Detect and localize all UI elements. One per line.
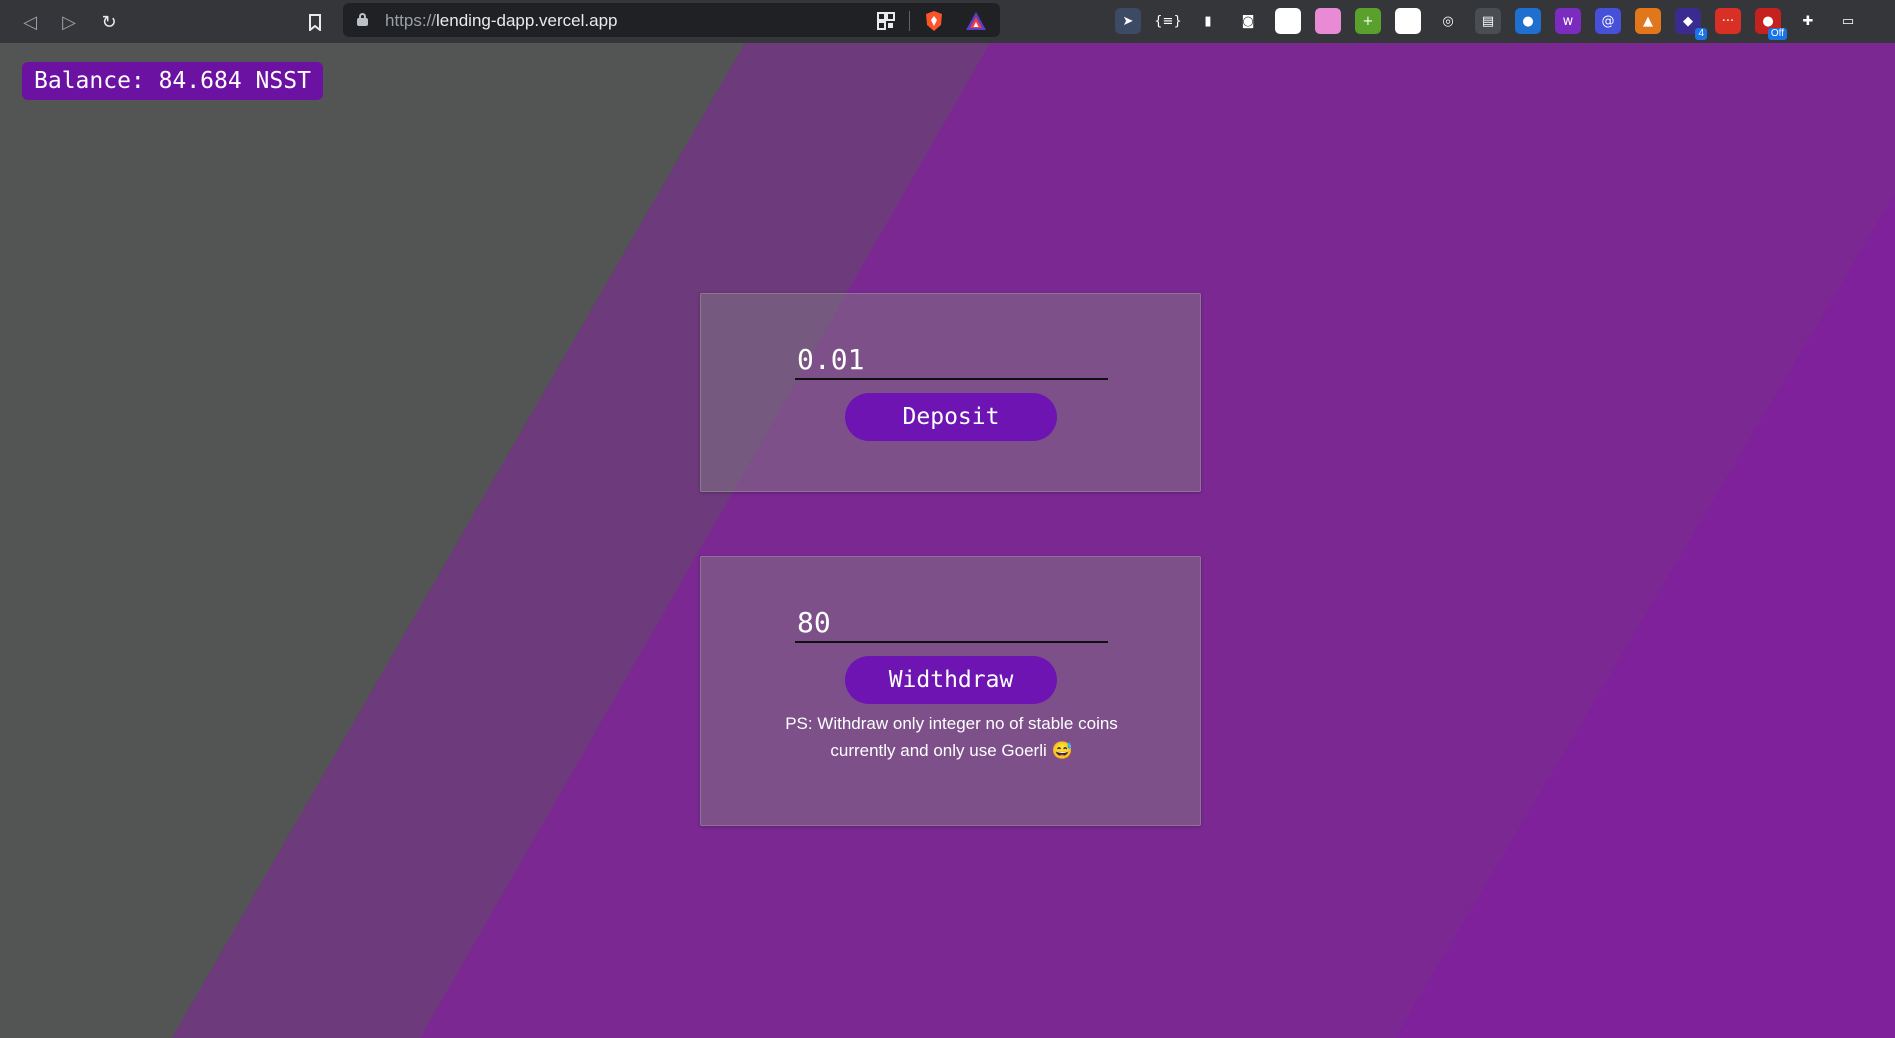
browser-toolbar: ◁ ▷ ↻ https://lending-dapp.vercel.app ➤ {… [0,0,1895,43]
forward-icon[interactable]: ▷ [54,7,84,37]
back-icon[interactable]: ◁ [15,7,45,37]
mouse-extension-icon[interactable]: ▮ [1195,8,1221,34]
deposit-card: Deposit [700,293,1201,492]
green-plus-extension-icon[interactable]: + [1355,8,1381,34]
extensions-bar: ➤ {≡} ▮ ◙ ◎ + ▥ ◎ ▤ ● w @ ▲ ◆ 4 ··· ● Off ✚ ▭ [1115,8,1861,40]
camera-extension-icon[interactable]: ◙ [1235,8,1261,34]
green-search-extension-icon[interactable]: ◎ [1275,8,1301,34]
balance-amount: 84.684 [158,68,242,94]
globe-extension-icon[interactable]: ● [1515,8,1541,34]
cube-extension-icon[interactable]: ◆ 4 [1675,8,1707,40]
balance-badge: Balance: 84.684 NSST [22,62,323,100]
page-content: Balance: 84.684 NSST Deposit Widthdraw P… [0,43,1895,1038]
withdraw-card: Widthdraw PS: Withdraw only integer no o… [700,556,1201,826]
target-extension-icon[interactable]: ◎ [1435,8,1461,34]
url-text[interactable]: https://lending-dapp.vercel.app [385,11,618,31]
at-extension-icon[interactable]: @ [1595,8,1621,34]
deposit-button[interactable]: Deposit [845,393,1057,441]
withdraw-note-line-1: PS: Withdraw only integer no of stable c… [785,714,1118,733]
brave-rewards-icon[interactable] [965,10,987,32]
record-extension-icon[interactable]: ● Off [1755,8,1787,40]
withdraw-note-line-2: currently and only use Goerli 😅 [830,741,1073,760]
braces-extension-icon[interactable]: {≡} [1154,8,1182,34]
gradient-extension-icon[interactable] [1315,8,1341,34]
lock-icon[interactable] [357,13,368,26]
deposit-amount-input[interactable] [795,340,1108,380]
fox-extension-icon[interactable]: ▲ [1635,8,1661,34]
chart-extension-icon[interactable]: ▥ [1395,8,1421,34]
wallet-extension-icon[interactable]: ▭ [1835,8,1861,34]
window-extension-icon[interactable]: ▤ [1475,8,1501,34]
puzzle-extension-icon[interactable]: ✚ [1795,8,1821,34]
dots-extension-icon[interactable]: ··· [1715,8,1741,34]
bookmark-icon[interactable] [300,7,330,37]
withdraw-button[interactable]: Widthdraw [845,656,1057,704]
extension-badge: Off [1767,28,1787,40]
cursor-extension-icon[interactable]: ➤ [1115,8,1141,34]
address-bar[interactable]: https://lending-dapp.vercel.app [343,3,1000,37]
balance-unit: NSST [255,68,311,94]
withdraw-note: PS: Withdraw only integer no of stable c… [741,710,1162,764]
reload-icon[interactable]: ↻ [94,7,124,37]
qr-code-icon[interactable] [875,10,897,32]
w-extension-icon[interactable]: w [1555,8,1581,34]
balance-label: Balance: [34,68,145,94]
extension-badge: 4 [1695,28,1707,40]
diagonal-background [0,43,1895,1038]
withdraw-amount-input[interactable] [795,603,1108,643]
brave-shield-icon[interactable] [923,10,945,32]
